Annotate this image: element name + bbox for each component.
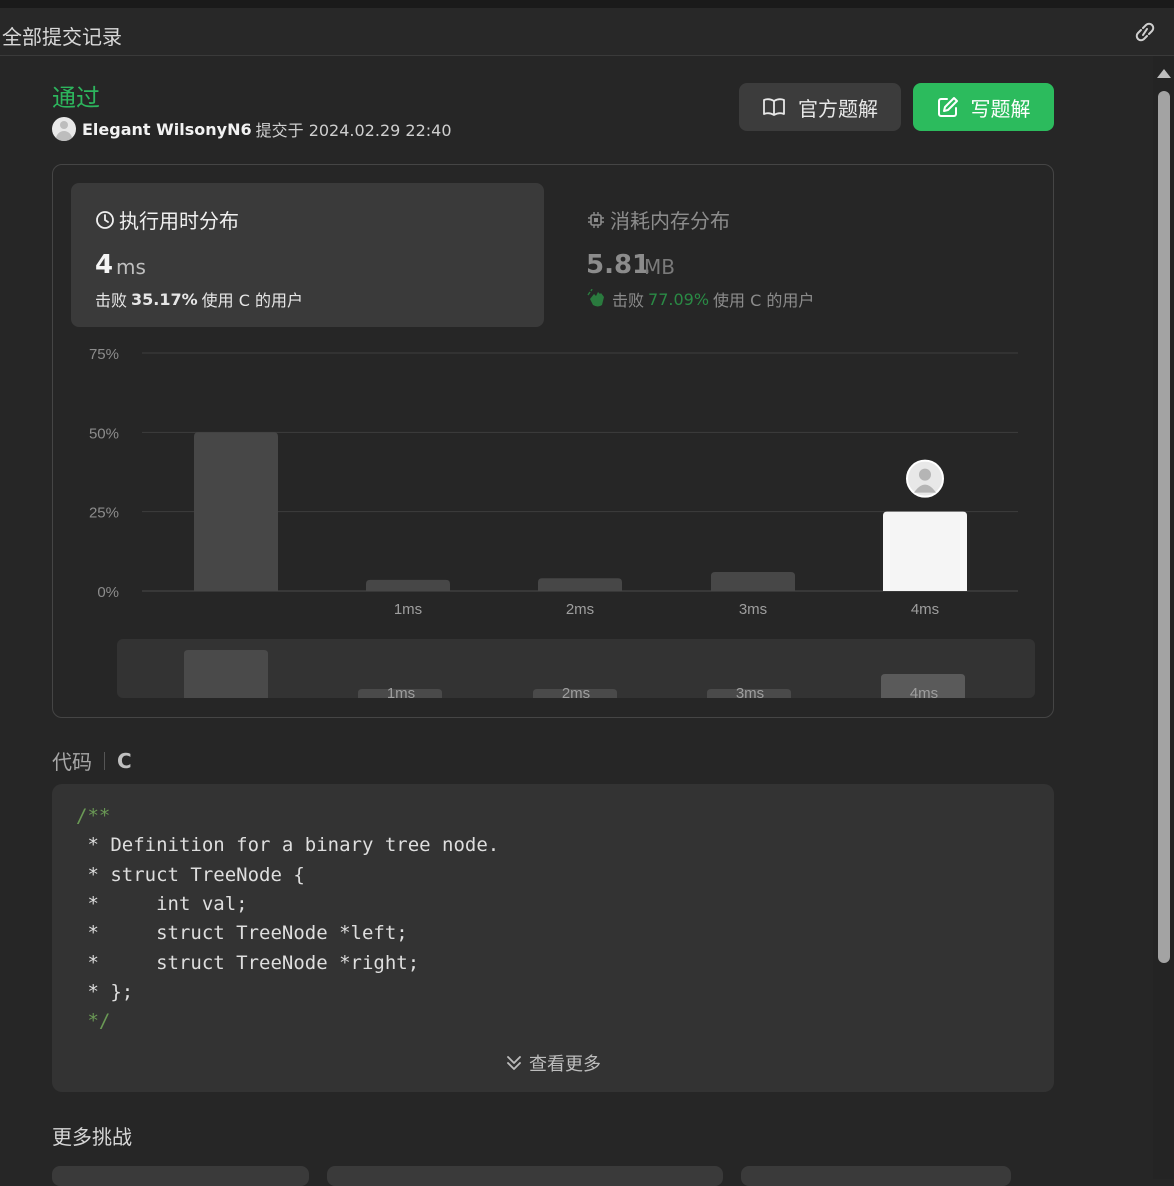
y-tick-label: 25% — [89, 505, 119, 522]
double-chevron-down-icon — [507, 1056, 521, 1070]
x-tick-label: 1ms — [394, 601, 422, 618]
x-tick-label: 2ms — [566, 601, 594, 618]
view-more-label: 查看更多 — [529, 1054, 601, 1075]
bar — [538, 578, 622, 591]
challenge-card[interactable] — [327, 1166, 723, 1186]
code-line: * Definition for a binary tree node. — [76, 834, 500, 857]
code-line: * struct TreeNode *right; — [76, 951, 420, 974]
y-tick-label: 50% — [89, 425, 119, 442]
code-line: * struct TreeNode { — [76, 863, 305, 886]
code-line: /** — [76, 805, 111, 827]
code-line: * }; — [76, 980, 134, 1003]
bar — [366, 579, 450, 591]
code-line: */ — [76, 1010, 111, 1033]
code-label: 代码 — [52, 750, 92, 774]
bar — [711, 571, 795, 591]
challenge-card[interactable] — [52, 1166, 309, 1186]
overview-bar — [184, 650, 268, 698]
overview-tick-label: 1ms — [387, 685, 415, 702]
overview-tick-label: 4ms — [910, 685, 938, 702]
x-tick-label: 4ms — [911, 601, 939, 618]
challenge-card[interactable] — [741, 1166, 1011, 1186]
code-section-label: 代码 C — [52, 746, 132, 775]
runtime-distribution-chart: 0% 25% 50% 75% 1ms 2ms 3ms 4ms 1ms 2ms 3ms 4ms — [89, 346, 1035, 702]
view-more-button[interactable]: 查看更多 — [505, 1050, 601, 1076]
x-tick-label: 3ms — [739, 601, 767, 618]
overview-tick-label: 2ms — [562, 685, 590, 702]
code-line: * struct TreeNode *left; — [76, 922, 408, 945]
code-line: * int val; — [76, 892, 248, 915]
bar — [194, 432, 278, 591]
bar-highlight — [883, 511, 967, 591]
avatar-head — [919, 468, 931, 481]
code-language: C — [117, 748, 132, 773]
y-tick-label: 75% — [89, 346, 119, 363]
overview-tick-label: 3ms — [736, 685, 764, 702]
y-tick-label: 0% — [97, 584, 119, 601]
more-challenges-title: 更多挑战 — [52, 1125, 132, 1149]
divider — [104, 751, 105, 770]
